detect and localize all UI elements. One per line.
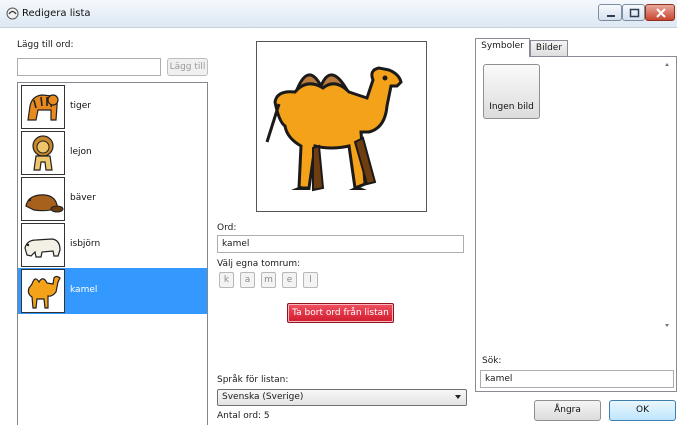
list-item-baver[interactable]: bäver	[18, 176, 207, 222]
window-title: Redigera lista	[22, 8, 91, 19]
beaver-icon	[21, 177, 65, 221]
polar-bear-icon	[21, 223, 65, 267]
remove-word-button[interactable]: Ta bort ord från listan	[287, 303, 394, 323]
ok-button[interactable]: OK	[609, 400, 676, 421]
spaces-label: Välj egna tomrum:	[217, 259, 301, 269]
tab-bilder[interactable]: Bilder	[530, 40, 568, 56]
lion-icon	[21, 131, 65, 175]
list-item-lejon[interactable]: lejon	[18, 130, 207, 176]
word-label: isbjörn	[70, 239, 101, 249]
symbol-panel: Ingen bild Sök: kamel	[475, 56, 677, 392]
word-list[interactable]: tiger lejon bäver isbjörn kamel	[17, 82, 208, 425]
list-item-tiger[interactable]: tiger	[18, 84, 207, 130]
camel-icon	[265, 66, 403, 192]
close-button[interactable]	[645, 4, 675, 21]
letter-button[interactable]: k	[219, 272, 234, 288]
search-input[interactable]: kamel	[480, 370, 674, 388]
camel-icon	[21, 269, 65, 313]
letter-button[interactable]: a	[240, 272, 255, 288]
scroll-down-arrow-icon[interactable]	[665, 324, 669, 327]
letter-button[interactable]: e	[282, 272, 297, 288]
minimize-button[interactable]	[598, 4, 622, 21]
search-label: Sök:	[482, 356, 502, 366]
letter-button[interactable]: m	[261, 272, 276, 288]
word-label: tiger	[70, 101, 91, 111]
list-item-isbjorn[interactable]: isbjörn	[18, 222, 207, 268]
word-label: lejon	[70, 147, 92, 157]
undo-button[interactable]: Ångra	[534, 400, 601, 421]
tab-symboler[interactable]: Symboler	[475, 38, 530, 57]
tiger-icon	[21, 85, 65, 129]
symbol-preview	[256, 41, 427, 212]
scroll-up-arrow-icon[interactable]	[665, 63, 669, 66]
add-word-button[interactable]: Lägg till	[167, 58, 208, 76]
no-image-label: Ingen bild	[489, 102, 534, 112]
word-count: Antal ord: 5	[217, 411, 270, 421]
language-label: Språk för listan:	[217, 375, 289, 385]
word-input[interactable]: kamel	[217, 235, 464, 253]
add-word-input[interactable]	[17, 58, 161, 76]
language-select[interactable]: Svenska (Sverige)	[217, 389, 467, 406]
add-word-label: Lägg till ord:	[17, 40, 74, 50]
chevron-down-icon	[455, 395, 461, 399]
word-label-heading: Ord:	[217, 223, 237, 233]
app-icon	[6, 7, 19, 20]
word-label: kamel	[70, 285, 98, 295]
close-icon	[656, 8, 666, 18]
language-selected-value: Svenska (Sverige)	[222, 392, 304, 402]
maximize-button[interactable]	[622, 4, 645, 21]
maximize-icon	[629, 8, 640, 18]
minimize-icon	[607, 15, 615, 17]
list-item-kamel[interactable]: kamel	[18, 268, 207, 314]
title-bar: Redigera lista	[0, 0, 677, 28]
word-label: bäver	[70, 193, 96, 203]
symbol-tabs: Symboler Bilder Ingen bild Sök: kamel	[472, 35, 677, 395]
no-image-button[interactable]: Ingen bild	[483, 64, 540, 119]
letter-button[interactable]: l	[303, 272, 318, 288]
